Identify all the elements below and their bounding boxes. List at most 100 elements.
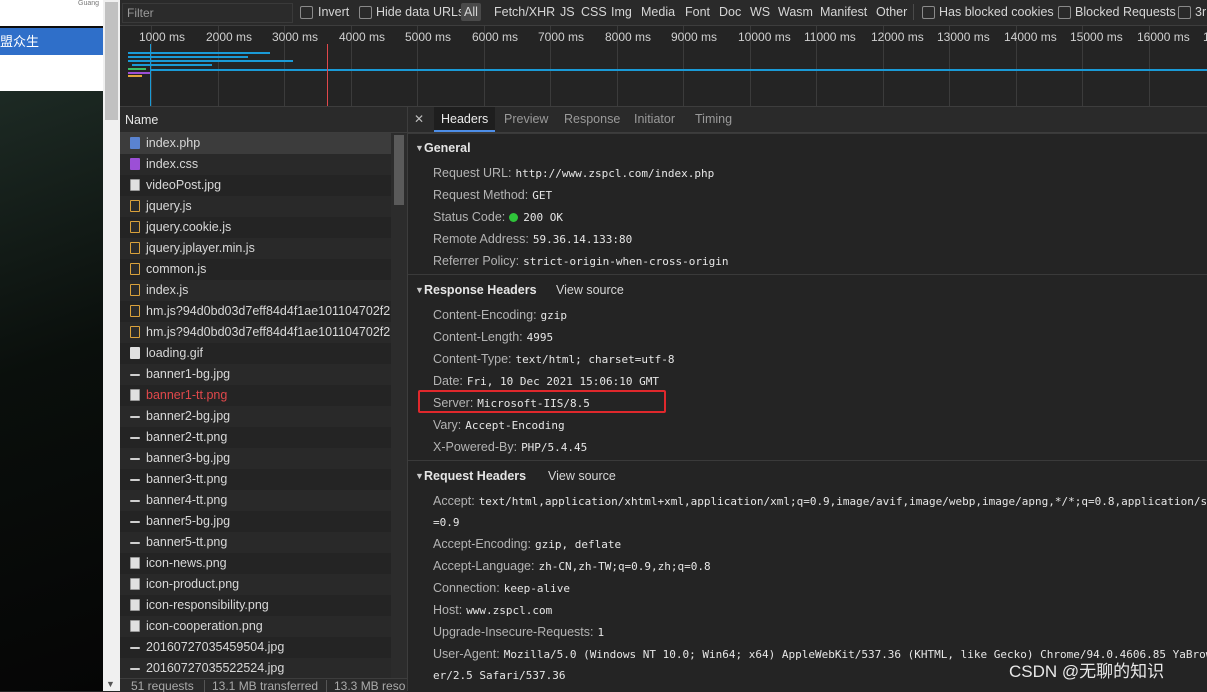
type-filter-img[interactable]: Img xyxy=(611,5,632,19)
load-event-line xyxy=(327,44,328,106)
request-row[interactable]: videoPost.jpg xyxy=(120,175,391,196)
invert-checkbox[interactable] xyxy=(300,6,313,19)
type-filter-all[interactable]: All xyxy=(461,3,481,21)
general-section-header[interactable]: ▼ General xyxy=(408,138,1207,159)
type-filter-js[interactable]: JS xyxy=(560,5,575,19)
blocked-requests-checkbox[interactable] xyxy=(1058,6,1071,19)
name-column-header[interactable]: Name xyxy=(125,113,158,127)
tab-preview[interactable]: Preview xyxy=(504,112,548,126)
hide-data-urls-checkbox[interactable] xyxy=(359,6,372,19)
type-filter-wasm[interactable]: Wasm xyxy=(778,5,813,19)
header-row: Request URL: http://www.zspcl.com/index.p… xyxy=(433,162,714,184)
request-row[interactable]: banner5-tt.png xyxy=(120,532,391,553)
header-key: Date: xyxy=(433,374,463,388)
image-icon xyxy=(130,374,140,376)
divider xyxy=(408,274,1207,275)
header-row: Request Method: GET xyxy=(433,184,552,206)
third-party-checkbox[interactable] xyxy=(1178,6,1191,19)
request-row[interactable]: icon-news.png xyxy=(120,553,391,574)
request-list-scrollbar-thumb[interactable] xyxy=(394,135,404,205)
page-scrollbar-thumb[interactable] xyxy=(105,2,118,120)
header-row: Referrer Policy: strict-origin-when-cross… xyxy=(433,250,728,272)
header-row: Remote Address: 59.36.14.133:80 xyxy=(433,228,632,250)
timeline-tick-label: 15000 ms xyxy=(1070,30,1123,44)
request-row[interactable]: index.php xyxy=(120,133,391,154)
request-name: banner3-tt.png xyxy=(146,472,228,486)
image-icon xyxy=(130,668,140,670)
tab-headers[interactable]: Headers xyxy=(434,107,496,132)
header-key: Status Code: xyxy=(433,210,506,224)
request-view-source-link[interactable]: View source xyxy=(548,466,616,487)
response-headers-section-header[interactable]: ▼ Response Headers View source xyxy=(408,280,1207,301)
type-filter-doc[interactable]: Doc xyxy=(719,5,741,19)
type-filter-media[interactable]: Media xyxy=(641,5,675,19)
header-row: Host: www.zspcl.com xyxy=(433,599,552,621)
request-row[interactable]: jquery.cookie.js xyxy=(120,217,391,238)
request-row[interactable]: banner4-tt.png xyxy=(120,490,391,511)
has-blocked-cookies-checkbox[interactable] xyxy=(922,6,935,19)
filter-input[interactable]: Filter xyxy=(122,3,293,23)
type-filter-other[interactable]: Other xyxy=(876,5,907,19)
header-key: Connection: xyxy=(433,581,500,595)
hide-data-urls-label: Hide data URLs xyxy=(376,5,465,19)
request-row[interactable]: banner5-bg.jpg xyxy=(120,511,391,532)
request-list-header[interactable]: Name xyxy=(120,107,407,133)
network-filter-bar: Filter Invert Hide data URLs All Fetch/X… xyxy=(120,0,1207,26)
request-row[interactable]: icon-cooperation.png xyxy=(120,616,391,637)
type-filter-css[interactable]: CSS xyxy=(581,5,607,19)
request-row[interactable]: index.css xyxy=(120,154,391,175)
request-row[interactable]: common.js xyxy=(120,259,391,280)
request-list-scrollbar[interactable] xyxy=(391,133,407,678)
tab-timing[interactable]: Timing xyxy=(695,112,732,126)
header-value: zh-CN,zh-TW;q=0.9,zh;q=0.8 xyxy=(538,560,711,573)
request-row[interactable]: banner2-tt.png xyxy=(120,427,391,448)
request-row[interactable]: banner3-tt.png xyxy=(120,469,391,490)
header-key: Content-Encoding: xyxy=(433,308,537,322)
tab-response[interactable]: Response xyxy=(564,112,620,126)
close-icon[interactable]: ✕ xyxy=(414,112,424,126)
transferred-size: 13.1 MB transferred xyxy=(212,679,319,692)
user-agent-value-continuation: er/2.5 Safari/537.36 xyxy=(433,669,566,682)
header-key: Request URL: xyxy=(433,166,512,180)
request-row[interactable]: index.js xyxy=(120,280,391,301)
request-name: banner5-tt.png xyxy=(146,535,228,549)
scroll-down-arrow-icon[interactable]: ▼ xyxy=(106,679,115,689)
tab-initiator[interactable]: Initiator xyxy=(634,112,675,126)
header-row: Upgrade-Insecure-Requests: 1 xyxy=(433,621,604,643)
image-icon xyxy=(130,458,140,460)
request-name: index.php xyxy=(146,136,201,150)
image-icon xyxy=(130,542,140,544)
divider xyxy=(204,680,205,692)
request-row[interactable]: jquery.jplayer.min.js xyxy=(120,238,391,259)
request-row[interactable]: hm.js?94d0bd03d7eff84d4f1ae101104702f2 xyxy=(120,322,391,343)
request-row[interactable]: 20160727035459504.jpg xyxy=(120,637,391,658)
page-scrollbar[interactable]: ▼ xyxy=(103,0,120,691)
type-filter-manifest[interactable]: Manifest xyxy=(820,5,867,19)
divider xyxy=(913,4,914,20)
header-key: Content-Type: xyxy=(433,352,512,366)
header-row: Content-Length: 4995 xyxy=(433,326,553,348)
request-name: jquery.jplayer.min.js xyxy=(146,241,255,255)
request-row[interactable]: icon-product.png xyxy=(120,574,391,595)
request-row[interactable]: banner1-tt.png xyxy=(120,385,391,406)
type-filter-fetch-xhr[interactable]: Fetch/XHR xyxy=(494,5,555,19)
overview-request-bar xyxy=(132,64,212,66)
request-row[interactable]: icon-responsibility.png xyxy=(120,595,391,616)
request-row[interactable]: 20160727035522524.jpg xyxy=(120,658,391,678)
request-headers-section-header[interactable]: ▼ Request Headers View source xyxy=(408,466,1207,487)
image-icon xyxy=(130,347,140,359)
request-row[interactable]: loading.gif xyxy=(120,343,391,364)
request-name: index.css xyxy=(146,157,199,171)
request-row[interactable]: jquery.js xyxy=(120,196,391,217)
type-filter-font[interactable]: Font xyxy=(685,5,710,19)
request-row[interactable]: banner2-bg.jpg xyxy=(120,406,391,427)
request-row[interactable]: hm.js?94d0bd03d7eff84d4f1ae101104702f2 xyxy=(120,301,391,322)
request-row[interactable]: banner3-bg.jpg xyxy=(120,448,391,469)
request-row[interactable]: banner1-bg.jpg xyxy=(120,364,391,385)
type-filter-ws[interactable]: WS xyxy=(750,5,770,19)
third-party-label: 3r xyxy=(1195,5,1207,19)
network-overview-timeline[interactable]: 1000 ms 2000 ms 3000 ms 4000 ms 5000 ms 6000 … xyxy=(120,26,1207,107)
timeline-tick-label: 2000 ms xyxy=(206,30,253,44)
response-view-source-link[interactable]: View source xyxy=(556,280,624,301)
overview-request-bar xyxy=(128,68,146,70)
